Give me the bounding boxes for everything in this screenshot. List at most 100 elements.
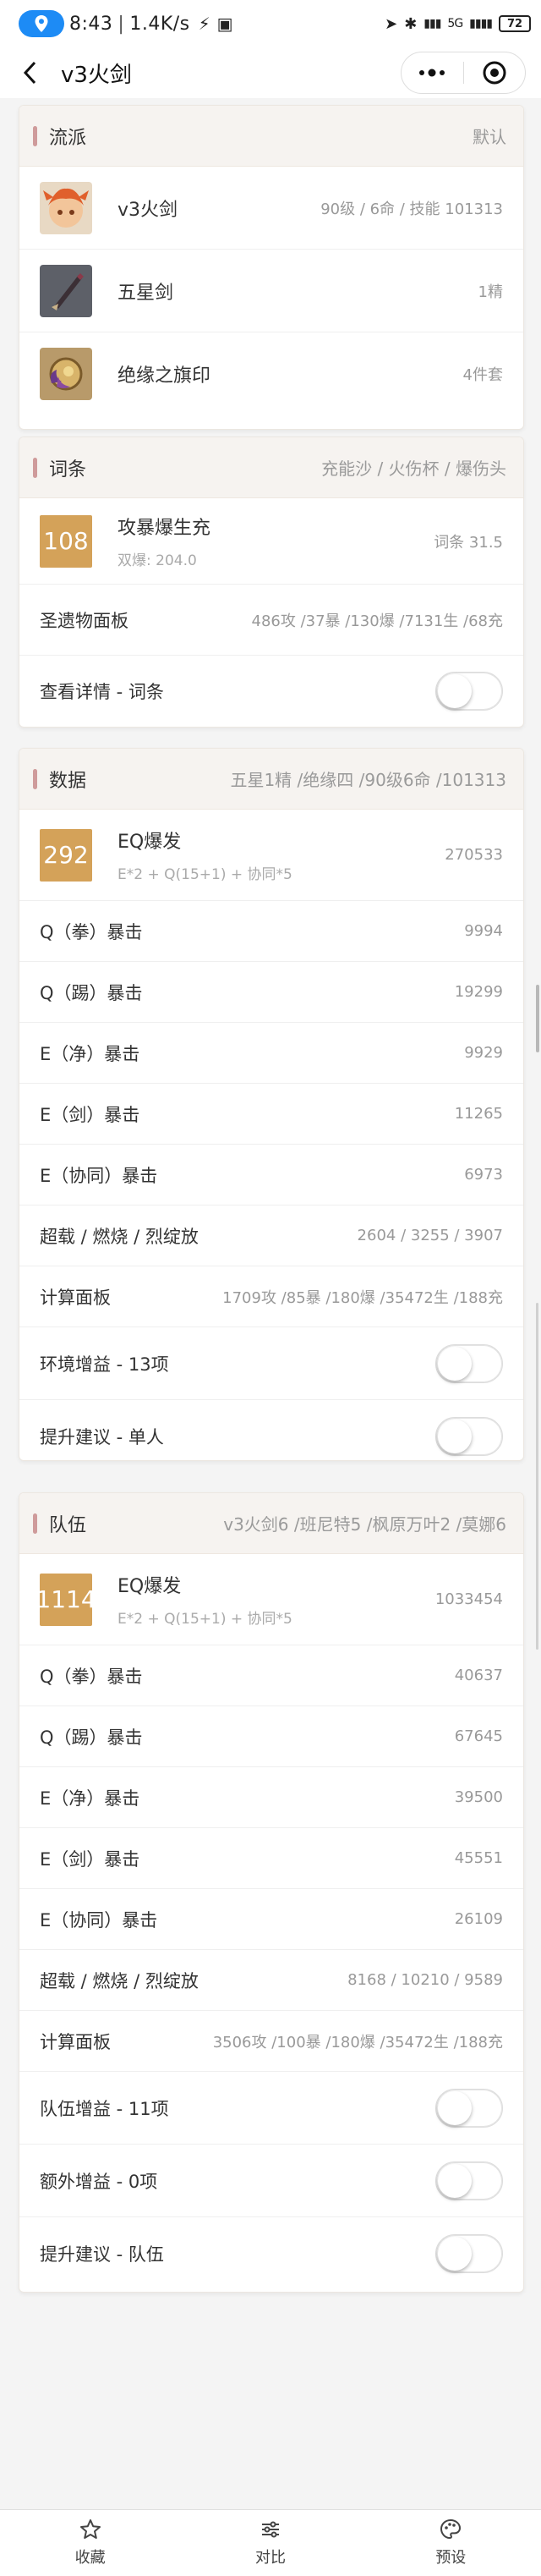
team-members: v3火剑6 /班尼特5 /枫原万叶2 /莫娜6 <box>223 1514 506 1535</box>
toggle-label: 提升建议 - 单人 <box>40 1427 164 1447</box>
status-time: 8:43 <box>69 13 113 35</box>
panel-row: 计算面板 1709攻 /85暴 /180爆 /35472生 /188充 <box>19 1266 523 1327</box>
data-summary: 五星1精 /绝缘四 /90级6命 /101313 <box>230 770 506 790</box>
close-button[interactable] <box>464 52 526 93</box>
back-button[interactable] <box>14 56 47 90</box>
panel-value: 3506攻 /100暴 /180爆 /35472生 /188充 <box>212 2033 503 2051</box>
data-score-row: 292 EQ爆发 E*2 + Q(15+1) + 协同*5 270533 <box>19 810 523 901</box>
status-bar: 8:43 | 1.4K/s ⚡ ▣ ➤ ✱ ▮▮▮ 5G ▮▮▮▮ 72 <box>0 0 541 47</box>
navigation-icon: ➤ <box>385 14 398 33</box>
score-formula: E*2 + Q(15+1) + 协同*5 <box>117 866 292 883</box>
damage-row: Q（踢）暴击 67645 <box>19 1706 523 1767</box>
environment-buff-toggle[interactable] <box>435 1343 503 1383</box>
status-divider: | <box>117 13 125 35</box>
score-title: EQ爆发 <box>117 832 182 853</box>
header-accent-bar <box>33 1513 37 1534</box>
signal-icon-2: ▮▮▮▮ <box>469 17 493 30</box>
tab-favorite[interactable]: 收藏 <box>0 2510 180 2576</box>
damage-value: 9929 <box>464 1044 503 1062</box>
damage-label: Q（踢）暴击 <box>40 1727 143 1748</box>
damage-row: E（协同）暴击 26109 <box>19 1889 523 1950</box>
weapon-row[interactable]: 五星剑 1精 <box>19 250 523 332</box>
signal-icon: ▮▮▮ <box>424 17 441 30</box>
weapon-name: 五星剑 <box>117 282 174 304</box>
extra-buff-toggle[interactable] <box>435 2161 503 2200</box>
tab-label: 收藏 <box>74 2549 106 2567</box>
substats-main-stats: 充能沙 / 火伤杯 / 爆伤头 <box>321 459 506 479</box>
weapon-refine: 1精 <box>478 283 503 301</box>
team-score-row: 1114 EQ爆发 E*2 + Q(15+1) + 协同*5 1033454 <box>19 1554 523 1645</box>
damage-label: E（协同）暴击 <box>40 1165 158 1186</box>
score-value: 270533 <box>445 846 503 864</box>
header-accent-bar <box>33 125 37 146</box>
sliders-icon <box>261 2521 279 2538</box>
score-formula: E*2 + Q(15+1) + 协同*5 <box>117 1611 292 1628</box>
panel-label: 计算面板 <box>40 1287 111 1308</box>
character-row[interactable]: v3火剑 90级 / 6命 / 技能 101313 <box>19 167 523 250</box>
location-icon <box>19 10 64 37</box>
damage-label: Q（拳）暴击 <box>40 921 143 942</box>
damage-label: E（净）暴击 <box>40 1788 140 1809</box>
team-buff-toggle[interactable] <box>435 2088 503 2128</box>
score-badge: 108 <box>40 514 92 568</box>
battery-icon: 72 <box>499 15 531 32</box>
artifact-set: 4件套 <box>462 366 503 384</box>
details-toggle[interactable] <box>435 672 503 711</box>
build-preset-label[interactable]: 默认 <box>473 124 506 148</box>
status-speed: 1.4K/s <box>129 13 190 35</box>
weapon-icon <box>40 264 92 317</box>
team-suggestion-toggle[interactable] <box>435 2234 503 2273</box>
build-title: 流派 <box>49 127 87 149</box>
damage-row: E（协同）暴击 6973 <box>19 1145 523 1206</box>
damage-label: E（剑）暴击 <box>40 1104 140 1125</box>
stat-label: 圣遗物面板 <box>40 610 128 631</box>
artifact-row[interactable]: 绝缘之旗印 4件套 <box>19 332 523 415</box>
toggle-row: 提升建议 - 单人 <box>19 1400 523 1460</box>
team-card: 队伍 v3火剑6 /班尼特5 /枫原万叶2 /莫娜6 1114 EQ爆发 E*2… <box>19 1492 524 2293</box>
palette-icon <box>440 2518 462 2540</box>
substats-card: 词条 充能沙 / 火伤杯 / 爆伤头 108 攻暴爆生充 双爆: 204.0 词… <box>19 437 524 728</box>
damage-row: E（剑）暴击 11265 <box>19 1084 523 1145</box>
tab-preset[interactable]: 预设 <box>361 2510 541 2576</box>
tab-label: 对比 <box>254 2549 286 2567</box>
damage-value: 67645 <box>454 1727 503 1745</box>
chevron-left-icon <box>23 61 36 85</box>
damage-label: E（净）暴击 <box>40 1043 140 1064</box>
artifact-name: 绝缘之旗印 <box>117 365 211 387</box>
damage-row: Q（拳）暴击 9994 <box>19 901 523 962</box>
artifact-icon <box>40 348 92 400</box>
bluetooth-icon: ✱ <box>404 14 418 33</box>
reaction-row: 超载 / 燃烧 / 烈绽放 8168 / 10210 / 9589 <box>19 1950 523 2011</box>
header-accent-bar <box>33 457 37 478</box>
damage-label: Q（拳）暴击 <box>40 1666 143 1687</box>
mini-program-capsule <box>401 52 526 94</box>
more-button[interactable] <box>402 52 463 93</box>
score-badge: 292 <box>40 828 92 882</box>
damage-value: 26109 <box>454 1910 503 1928</box>
star-icon <box>79 2519 101 2539</box>
build-card-header: 流派 默认 <box>19 106 523 167</box>
notification-icon: ⚡ <box>198 14 210 34</box>
damage-row: Q（拳）暴击 40637 <box>19 1645 523 1706</box>
character-info: 90级 / 6命 / 技能 101313 <box>320 200 503 218</box>
tab-compare[interactable]: 对比 <box>180 2510 360 2576</box>
stat-value: 486攻 /37暴 /130爆 /7131生 /68充 <box>251 612 503 630</box>
damage-value: 6973 <box>464 1166 503 1184</box>
damage-value: 40637 <box>454 1667 503 1684</box>
panel-row: 计算面板 3506攻 /100暴 /180爆 /35472生 /188充 <box>19 2011 523 2072</box>
score-badge: 1114 <box>36 1573 96 1626</box>
solo-suggestion-toggle[interactable] <box>435 1417 503 1456</box>
score-title: EQ爆发 <box>117 1576 182 1597</box>
scrollbar-thumb[interactable] <box>536 985 539 1052</box>
substats-card-header: 词条 充能沙 / 火伤杯 / 爆伤头 <box>19 437 523 498</box>
damage-value: 45551 <box>454 1849 503 1867</box>
data-card: 数据 五星1精 /绝缘四 /90级6命 /101313 292 EQ爆发 E*2… <box>19 748 524 1461</box>
reaction-row: 超载 / 燃烧 / 烈绽放 2604 / 3255 / 3907 <box>19 1206 523 1266</box>
panel-value: 1709攻 /85暴 /180爆 /35472生 /188充 <box>222 1288 503 1307</box>
data-title: 数据 <box>49 770 87 792</box>
score-text: EQ爆发 E*2 + Q(15+1) + 协同*5 <box>117 827 292 883</box>
character-avatar <box>40 181 92 234</box>
toggle-label: 环境增益 - 13项 <box>40 1354 169 1375</box>
score-text: EQ爆发 E*2 + Q(15+1) + 协同*5 <box>117 1571 292 1628</box>
network-label: 5G <box>447 17 463 30</box>
